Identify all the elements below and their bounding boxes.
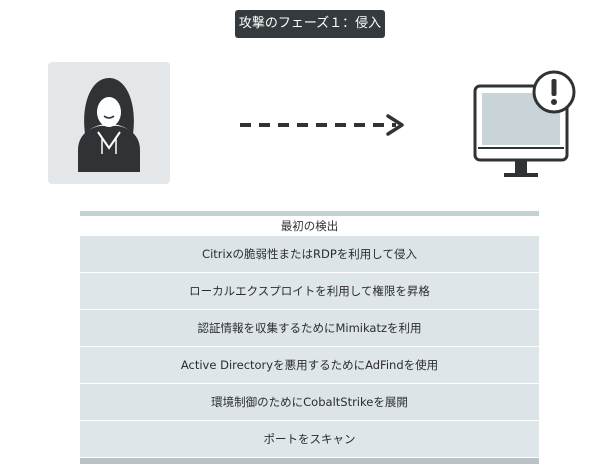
phase-title: 攻撃のフェーズ１：侵入 [235,10,385,38]
list-item: Active Directoryを悪用するためにAdFindを使用 [80,347,539,383]
list-item: Citrixの脆弱性またはRDPを利用して侵入 [80,236,539,272]
table-heading: 最初の検出 [280,219,339,233]
table-top-bar [80,211,539,216]
monitor-alert-icon [473,70,576,177]
detection-list: Citrixの脆弱性またはRDPを利用して侵入 ローカルエクスプロイトを利用して… [80,236,539,458]
attacker-card [48,62,170,184]
list-item: 認証情報を収集するためにMimikatzを利用 [80,310,539,346]
hooded-attacker-icon [78,78,140,172]
dashed-arrow-right-icon [240,114,404,136]
table-bottom-bar [80,458,539,464]
list-item: ローカルエクスプロイトを利用して権限を昇格 [80,273,539,309]
list-item: 環境制御のためにCobaltStrikeを展開 [80,384,539,420]
list-item: ポートをスキャン [80,421,539,457]
